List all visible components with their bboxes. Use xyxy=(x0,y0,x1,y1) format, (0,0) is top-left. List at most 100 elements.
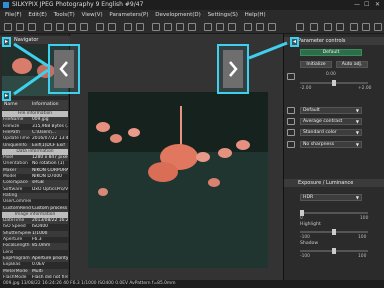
shadow-slider-thumb[interactable] xyxy=(332,248,336,254)
highlight-min: -100 xyxy=(300,235,310,240)
maximize-button[interactable]: ☐ xyxy=(364,0,369,10)
highlight-max: 100 xyxy=(358,235,367,240)
arrow-left-icon: ▸ xyxy=(5,38,9,45)
auto-adjust-button[interactable]: Auto adj. xyxy=(336,61,368,68)
color-select[interactable]: Standard color ▼ xyxy=(300,129,362,136)
thumbnail-flamingo xyxy=(12,58,32,74)
settings-icon[interactable] xyxy=(268,23,276,31)
sliders-icon[interactable] xyxy=(350,23,358,31)
exposure-max: +2.00 xyxy=(358,86,372,91)
zoom-fit-icon[interactable] xyxy=(124,23,132,31)
parameter-controls-header: Parameter controls xyxy=(284,37,384,45)
menu-development[interactable]: Development(D) xyxy=(155,12,201,18)
menu-parameters[interactable]: Parameters(P) xyxy=(109,12,148,18)
status-bar: 009.jpg 13/08/22 16:24:26 40 F6.3 1/1000… xyxy=(0,280,384,288)
exposure-luminance-header[interactable]: Exposure / Luminance xyxy=(284,179,384,187)
rotate-left-icon[interactable] xyxy=(96,23,104,31)
exposure-value: 0.00 xyxy=(326,72,336,77)
text-tool-icon[interactable] xyxy=(296,23,304,31)
undo-icon[interactable] xyxy=(324,23,332,31)
parameter-controls-title: Parameter controls xyxy=(298,38,346,44)
straighten-icon[interactable] xyxy=(164,23,172,31)
develop-icon[interactable] xyxy=(28,23,36,31)
flamingo xyxy=(110,134,122,143)
white-balance-picker-icon[interactable] xyxy=(204,23,212,31)
hdr-select[interactable]: HDR ▼ xyxy=(300,194,362,201)
contrast-select[interactable]: Average contrast ▼ xyxy=(300,118,362,125)
right-panel-toggle-highlight[interactable] xyxy=(217,44,249,94)
info-table-header: Name Information xyxy=(2,100,68,110)
app-window: SILKYPIX JPEG Photography 9 English #9/4… xyxy=(0,0,384,288)
crop-icon[interactable] xyxy=(152,23,160,31)
sharpness-icon xyxy=(287,141,295,148)
default-taste-select[interactable]: Default xyxy=(300,49,362,56)
chevron-down-icon: ▼ xyxy=(355,108,359,113)
folder-icon[interactable] xyxy=(16,23,24,31)
color-icon[interactable] xyxy=(362,23,370,31)
left-panel-toggle-highlight[interactable] xyxy=(48,44,80,94)
right-panel xyxy=(283,34,384,280)
flamingo xyxy=(98,188,108,196)
exposure-slider[interactable] xyxy=(300,80,368,86)
arrow-right-icon: ◂ xyxy=(293,38,297,45)
export-icon[interactable] xyxy=(244,23,252,31)
close-button[interactable]: ✕ xyxy=(375,0,380,10)
chevron-down-icon: ▼ xyxy=(355,142,359,147)
white-balance-select[interactable]: Default ▼ xyxy=(300,107,362,114)
shadow-slider[interactable] xyxy=(300,248,368,254)
rotate-right-icon[interactable] xyxy=(108,23,116,31)
more-icon[interactable] xyxy=(374,23,382,31)
navigator-collapse-toggle[interactable]: ▸ xyxy=(2,37,11,47)
adjust-icon[interactable] xyxy=(310,23,318,31)
menu-tools[interactable]: Tools(T) xyxy=(54,12,75,18)
info-collapse-toggle[interactable]: ▸ xyxy=(2,91,11,101)
single-view-icon[interactable] xyxy=(56,23,64,31)
exposure-icon xyxy=(287,73,295,80)
chevron-right-icon xyxy=(223,50,243,88)
info-col-information: Information xyxy=(32,102,59,107)
app-logo-icon xyxy=(3,2,9,8)
highlight-slider[interactable] xyxy=(300,229,368,235)
gray-point-icon[interactable] xyxy=(216,23,224,31)
chevron-down-icon: ▼ xyxy=(355,119,359,124)
highlight-label: Highlight xyxy=(300,222,321,227)
highlight-slider-thumb[interactable] xyxy=(332,229,336,235)
chevron-down-icon: ▼ xyxy=(355,195,359,200)
menu-settings[interactable]: Settings(S) xyxy=(208,12,238,18)
exposure-slider-thumb[interactable] xyxy=(332,80,336,86)
window-title: SILKYPIX JPEG Photography 9 English #9/4… xyxy=(12,1,144,8)
navigator-title: Navigator xyxy=(14,37,39,43)
menu-file[interactable]: File(F) xyxy=(5,12,22,18)
toolbar xyxy=(0,20,384,34)
fullscreen-icon[interactable] xyxy=(80,23,88,31)
chevron-down-icon: ▼ xyxy=(355,130,359,135)
open-folder-icon[interactable] xyxy=(4,23,12,31)
menu-help[interactable]: Help(H) xyxy=(245,12,266,18)
flamingo xyxy=(196,152,210,162)
partial-correction-icon[interactable] xyxy=(188,23,196,31)
flamingo xyxy=(128,128,140,137)
menu-edit[interactable]: Edit(E) xyxy=(28,12,46,18)
zoom-100-icon[interactable] xyxy=(136,23,144,31)
menu-bar: File(F) Edit(E) Tools(T) View(V) Paramet… xyxy=(0,10,384,20)
sharpness-select[interactable]: No sharpness ▼ xyxy=(300,141,362,148)
shadow-max: 100 xyxy=(358,254,367,259)
histogram-icon[interactable] xyxy=(228,23,236,31)
main-photo[interactable] xyxy=(88,92,268,268)
spot-removal-icon[interactable] xyxy=(176,23,184,31)
flamingo xyxy=(148,162,178,182)
initialize-button[interactable]: Initialize xyxy=(300,61,332,68)
redo-icon[interactable] xyxy=(336,23,344,31)
compare-view-icon[interactable] xyxy=(68,23,76,31)
hdr-slider[interactable] xyxy=(300,210,368,216)
info-section-label: Image information xyxy=(14,211,56,217)
flamingo xyxy=(236,140,250,150)
menu-view[interactable]: View(V) xyxy=(82,12,103,18)
info-col-name: Name xyxy=(4,102,18,107)
right-panel-collapse-toggle[interactable]: ◂ xyxy=(290,37,299,47)
print-icon[interactable] xyxy=(256,23,264,31)
minimize-button[interactable]: — xyxy=(354,0,360,10)
info-section-label: File information xyxy=(17,111,53,116)
grid-view-icon[interactable] xyxy=(44,23,52,31)
flamingo xyxy=(208,178,220,187)
